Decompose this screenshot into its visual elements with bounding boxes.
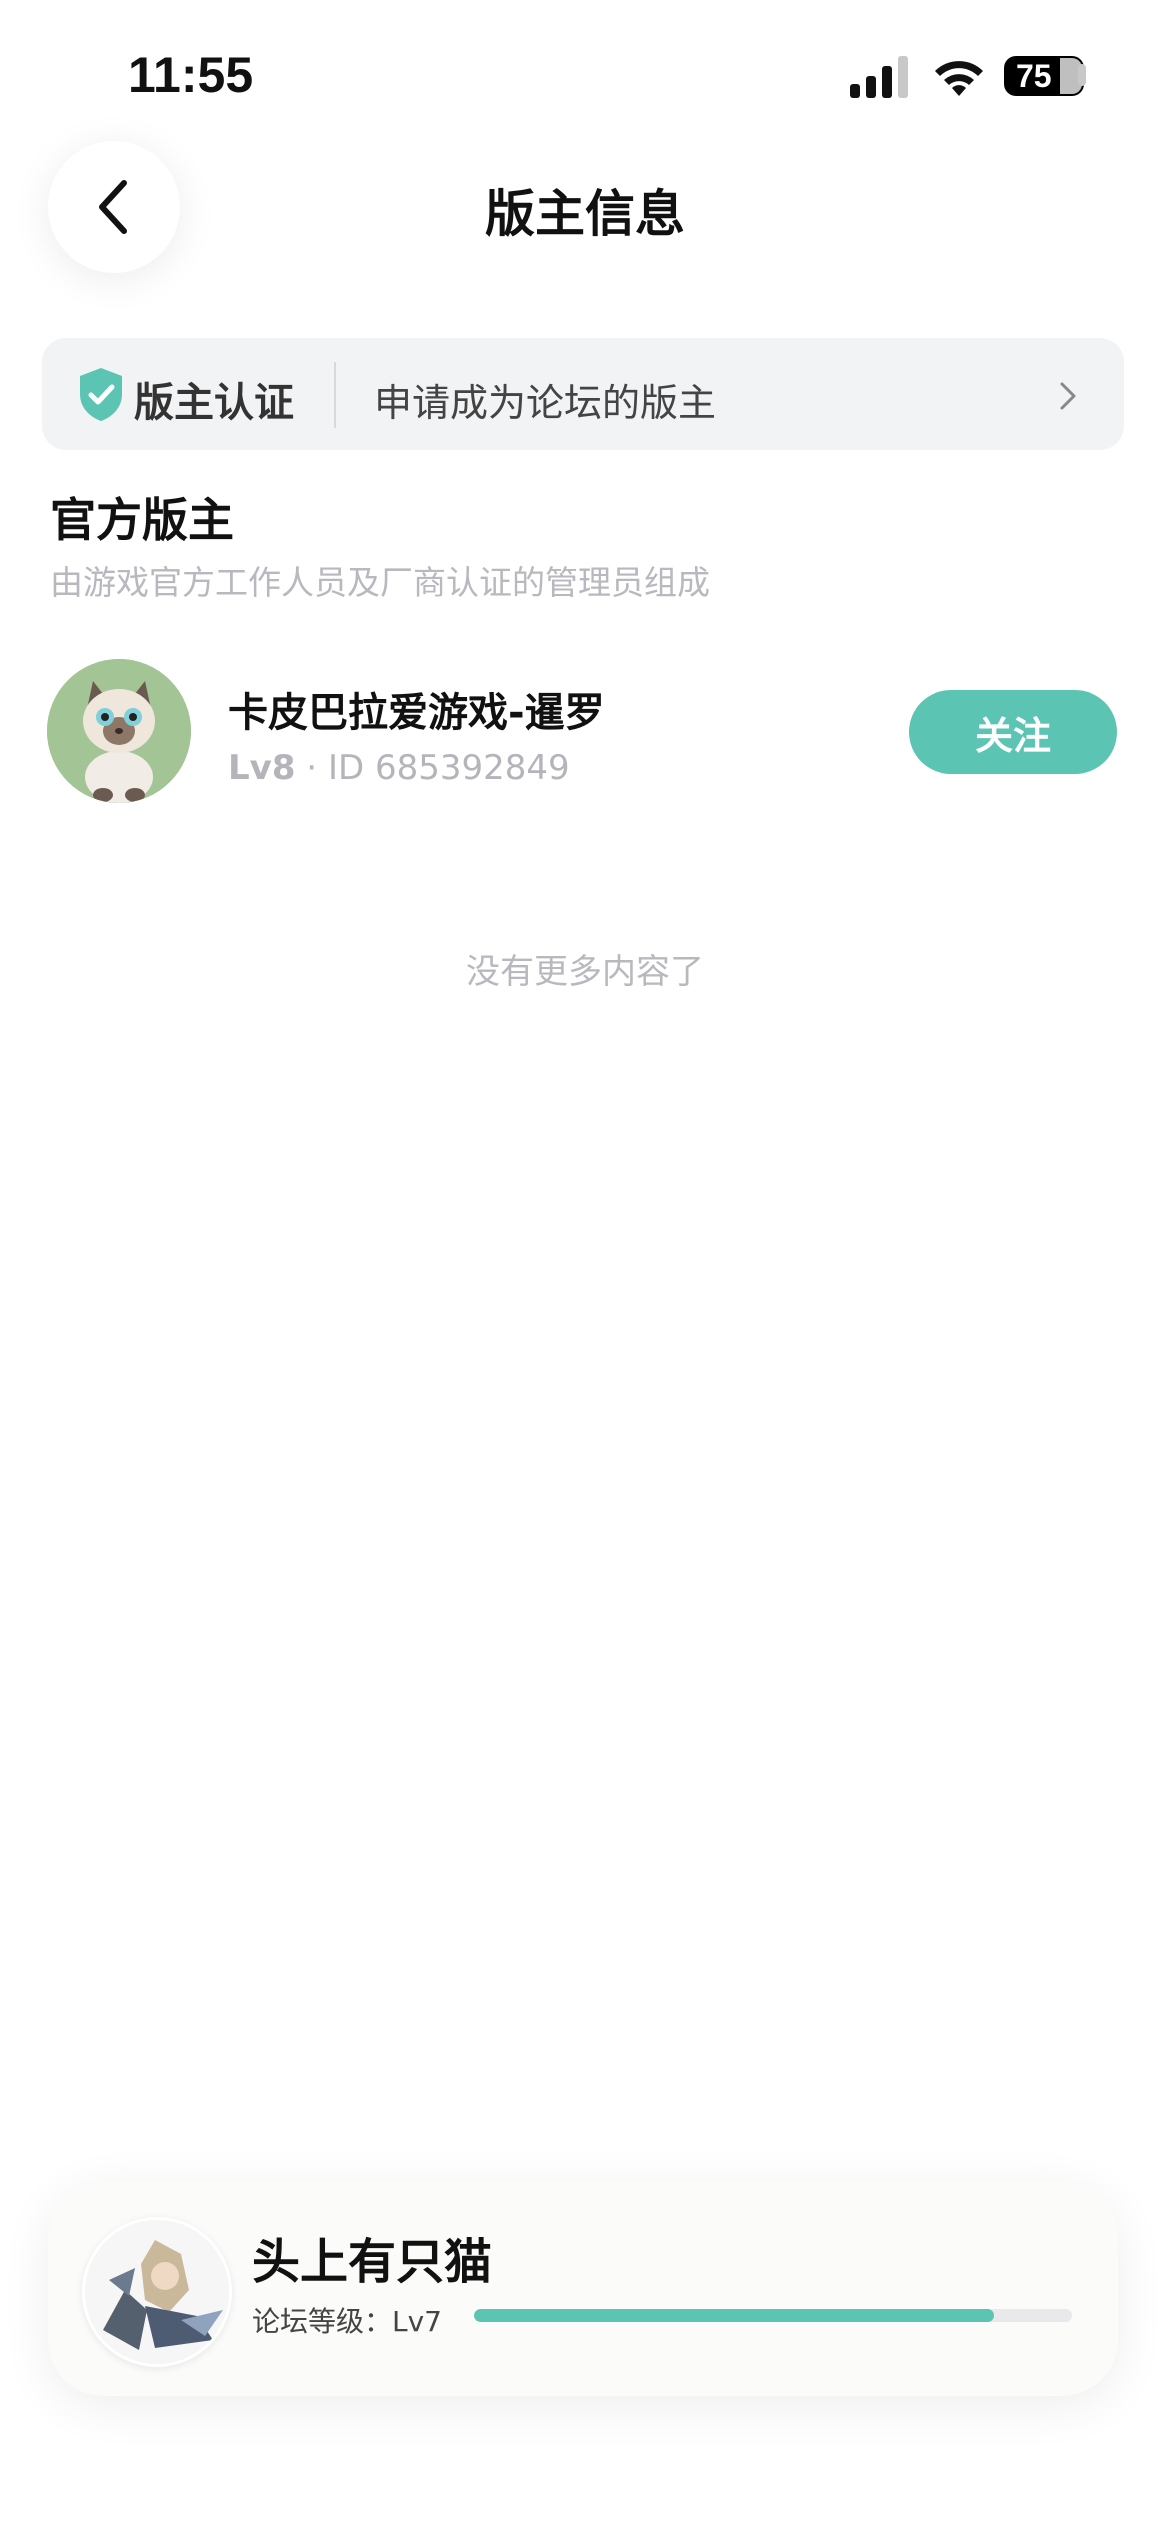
cellular-signal-icon (850, 56, 908, 98)
divider (334, 362, 336, 428)
wifi-icon (935, 61, 983, 96)
status-time: 11:55 (128, 47, 254, 103)
battery-level: 75 (1016, 58, 1052, 94)
page-title: 版主信息 (485, 185, 685, 243)
user-avatar[interactable] (82, 2217, 232, 2367)
moderator-level: Lv8 (228, 748, 296, 788)
level-progress-fill (474, 2309, 995, 2322)
section-title: 官方版主 (50, 493, 234, 547)
section-subtitle: 由游戏官方工作人员及厂商认证的管理员组成 (50, 563, 710, 602)
battery-tip (1078, 64, 1086, 86)
moderator-avatar[interactable] (47, 659, 191, 803)
warrior-avatar-image (85, 2220, 229, 2364)
apply-moderator-text: 申请成为论坛的版主 (374, 381, 717, 425)
chevron-right-icon (1060, 382, 1076, 410)
level-progress-bar (474, 2309, 1072, 2322)
cat-avatar-image (47, 659, 191, 803)
follow-button[interactable]: 关注 (909, 690, 1117, 774)
user-name: 头上有只猫 (252, 2234, 493, 2290)
forum-level-label: 论坛等级：Lv7 (252, 2305, 442, 2338)
shield-check-icon (80, 368, 122, 421)
no-more-content-text: 没有更多内容了 (466, 952, 704, 992)
moderator-name[interactable]: 卡皮巴拉爱游戏-暹罗 (228, 680, 605, 738)
meta-separator: · (295, 748, 328, 788)
moderator-id: ID 685392849 (327, 748, 570, 788)
moderator-meta: Lv8 · ID 685392849 (228, 748, 570, 788)
certification-label: 版主认证 (134, 380, 294, 426)
